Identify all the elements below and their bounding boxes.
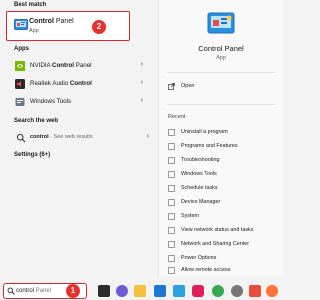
recent-item-schedule-tasks[interactable]: Schedule tasks (168, 183, 278, 195)
realtek-audio-icon (15, 79, 25, 89)
recent-item-network-status[interactable]: View network status and tasks (168, 225, 278, 237)
control-panel-icon (207, 12, 235, 34)
recent-item-system[interactable]: System (168, 211, 278, 223)
recent-item-label: View network status and tasks (181, 227, 254, 233)
app-item-realtek-audio-control[interactable]: Realtek Audio Control › (7, 76, 149, 92)
search-results-panel: Best match Control Panel App 2 Apps NVID… (0, 0, 152, 276)
best-match-heading: Best match (14, 2, 47, 8)
step-badge-2: 2 (92, 20, 106, 34)
recent-item-label: Programs and Features (181, 143, 238, 149)
slack-icon[interactable] (192, 285, 204, 297)
mail-icon[interactable] (154, 285, 166, 297)
chevron-right-icon: › (146, 133, 149, 140)
chat-icon[interactable] (116, 285, 128, 297)
web-search-label: control - See web results (30, 134, 93, 140)
search-icon (7, 287, 15, 295)
recent-heading: Recent (168, 114, 186, 120)
recent-item-label: Device Manager (181, 199, 221, 205)
recent-item-label: Allow remote access (181, 267, 231, 273)
search-web-heading: Search the web (14, 118, 59, 124)
file-explorer-icon[interactable] (134, 285, 146, 297)
chevron-right-icon: › (140, 61, 143, 68)
divider (167, 104, 275, 105)
recent-item-device-manager[interactable]: Device Manager (168, 197, 278, 209)
apps-heading: Apps (14, 46, 29, 52)
open-label: Open (181, 83, 195, 89)
store-icon[interactable] (173, 285, 185, 297)
app-title: Control Panel (198, 44, 244, 53)
web-search-result[interactable]: control - See web results › (14, 131, 149, 145)
recent-item-label: Uninstall a program (181, 129, 228, 135)
app-details-panel: Control Panel App Open Recent Uninstall … (158, 0, 283, 276)
app-icon[interactable] (249, 285, 261, 297)
recent-item-network-sharing[interactable]: Network and Sharing Center (168, 239, 278, 251)
app-item-windows-tools[interactable]: Windows Tools › (7, 94, 149, 110)
settings-results-heading[interactable]: Settings (6+) (14, 152, 50, 158)
recent-item-label: Schedule tasks (181, 185, 218, 191)
control-panel-item-icon (168, 241, 175, 248)
chevron-right-icon: › (140, 97, 143, 104)
search-icon (16, 133, 26, 143)
recent-item-label: Network and Sharing Center (181, 241, 250, 247)
control-panel-item-icon (168, 213, 175, 220)
open-action[interactable]: Open (168, 82, 268, 92)
open-icon (168, 83, 175, 90)
chrome-icon[interactable] (212, 285, 224, 297)
control-panel-item-icon (168, 227, 175, 234)
nvidia-icon (15, 61, 25, 71)
app-type: App (216, 55, 226, 61)
recent-item-windows-tools[interactable]: Windows Tools (168, 169, 278, 181)
control-panel-item-icon (168, 267, 175, 274)
recent-item-uninstall-program[interactable]: Uninstall a program (168, 127, 278, 139)
control-panel-item-icon (168, 129, 175, 136)
highlight-box (6, 11, 130, 41)
recent-item-power-options[interactable]: Power Options (168, 253, 278, 265)
firefox-icon[interactable] (266, 285, 278, 297)
recent-item-label: Troubleshooting (181, 157, 220, 163)
control-panel-item-icon (168, 171, 175, 178)
control-panel-item-icon (168, 185, 175, 192)
windows-tools-icon (15, 98, 25, 106)
recent-item-remote-access[interactable]: Allow remote access (168, 265, 278, 277)
chevron-right-icon: › (140, 79, 143, 86)
app-item-label: Windows Tools (30, 98, 72, 105)
search-query: control Panel (16, 288, 52, 294)
divider (167, 72, 275, 73)
recent-item-troubleshooting[interactable]: Troubleshooting (168, 155, 278, 167)
recent-item-label: Windows Tools (181, 171, 217, 177)
task-view-icon[interactable] (98, 285, 110, 297)
settings-icon[interactable] (231, 285, 243, 297)
app-item-label: Realtek Audio Control (30, 80, 92, 87)
step-badge-1: 1 (66, 284, 80, 298)
recent-item-label: System (181, 213, 199, 219)
taskbar-pinned-apps (96, 283, 283, 299)
app-item-nvidia-control-panel[interactable]: NVIDIA Control Panel › (7, 58, 149, 74)
control-panel-item-icon (168, 199, 175, 206)
app-item-label: NVIDIA Control Panel (30, 62, 92, 69)
recent-item-label: Power Options (181, 255, 217, 261)
control-panel-item-icon (168, 255, 175, 262)
recent-item-programs-features[interactable]: Programs and Features (168, 141, 278, 153)
control-panel-item-icon (168, 143, 175, 150)
control-panel-item-icon (168, 157, 175, 164)
